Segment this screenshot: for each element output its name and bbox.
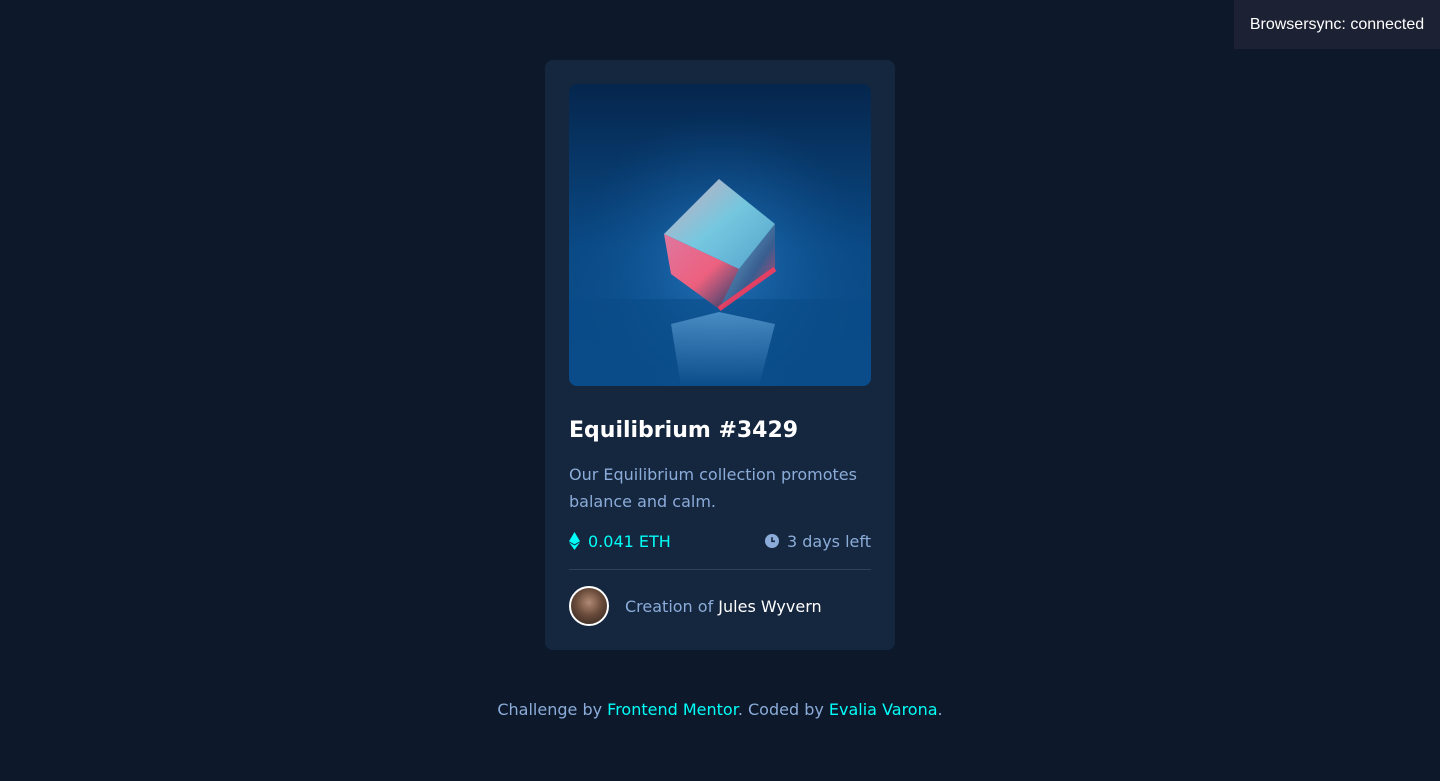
nft-title[interactable]: Equilibrium #3429 xyxy=(569,416,798,446)
price-value: 0.041 ETH xyxy=(588,531,671,551)
creator-text: Creation of Jules Wyvern xyxy=(625,597,822,616)
page: Browsersync: connected Equilibrium #3429… xyxy=(0,0,1440,781)
frontend-mentor-link[interactable]: Frontend Mentor xyxy=(607,700,738,719)
creator-name[interactable]: Jules Wyvern xyxy=(718,597,821,616)
clock-icon xyxy=(764,534,779,548)
attribution-text-2: . Coded by xyxy=(737,700,824,719)
cube-illustration xyxy=(569,84,871,386)
nft-card: Equilibrium #3429 Our Equilibrium collec… xyxy=(545,60,895,650)
time-left: 3 days left xyxy=(764,531,871,551)
attribution-text-1: Challenge by xyxy=(497,700,603,719)
avatar xyxy=(569,586,609,626)
divider xyxy=(569,569,871,570)
attribution: Challenge by Frontend Mentor. Coded by E… xyxy=(0,698,1440,722)
nft-description: Our Equilibrium collection promotes bala… xyxy=(569,465,857,511)
attribution-text-3: . xyxy=(937,700,943,719)
price: 0.041 ETH xyxy=(569,532,671,551)
nft-image[interactable] xyxy=(569,84,871,386)
author-link[interactable]: Evalia Varona xyxy=(829,700,938,719)
nft-meta: 0.041 ETH 3 days left xyxy=(569,529,871,553)
creator: Creation of Jules Wyvern xyxy=(569,586,871,626)
browsersync-notification: Browsersync: connected xyxy=(1234,0,1440,49)
ethereum-icon xyxy=(569,532,580,550)
browsersync-message: Browsersync: connected xyxy=(1249,15,1425,33)
time-value: 3 days left xyxy=(786,531,871,551)
creator-prefix: Creation of xyxy=(625,596,714,616)
